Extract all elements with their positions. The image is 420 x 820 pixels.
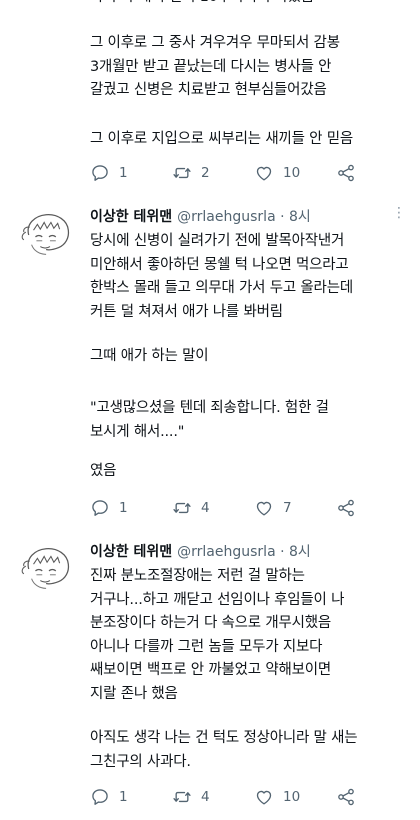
tweet-text-line: 그 이후로 지입으로 씨부리는 새끼들 안 믿음 xyxy=(90,131,353,147)
retweet-button[interactable]: 4 xyxy=(172,498,254,518)
author-handle-time[interactable]: @rrlaehgusrla · 8시 xyxy=(177,206,311,226)
retweet-button[interactable]: 4 xyxy=(172,787,254,807)
share-icon xyxy=(336,498,356,518)
retweet-icon xyxy=(172,787,192,807)
tweet1-paragraph-3: "고생많으셨을 텐데 죄송합니다. 험한 걸 보시게 해서...." xyxy=(90,397,329,444)
tweet-text-line: 그때 애가 하는 말이 xyxy=(90,348,209,364)
retweet-count: 2 xyxy=(201,165,210,181)
heart-icon xyxy=(254,163,274,183)
tweet-text-line: "고생많으셨을 텐데 죄송합니다. 험한 걸 xyxy=(90,400,329,416)
heart-icon xyxy=(254,498,274,518)
tweet1-paragraph-2: 그때 애가 하는 말이 xyxy=(90,345,209,369)
share-button[interactable] xyxy=(336,787,356,807)
like-button[interactable]: 10 xyxy=(254,163,336,183)
tweet1-paragraph-4: 였음 xyxy=(90,460,116,484)
share-button[interactable] xyxy=(336,163,356,183)
tweet-text-line: 아니나 다를까 그런 놈들 모두가 지보다 xyxy=(90,638,323,655)
retweet-count: 4 xyxy=(201,789,210,805)
tweet-text-line: 갈궜고 신병은 치료받고 현부심들어갔음 xyxy=(90,82,327,98)
more-options-icon[interactable]: ⋮ xyxy=(392,205,406,221)
like-count: 7 xyxy=(283,500,292,516)
author-handle-time[interactable]: @rrlaehgusrla · 8시 xyxy=(177,541,311,561)
tweet-text-line: 그친구의 사과다. xyxy=(90,753,191,770)
tweet-text-line: 당시에 신병이 실려가기 전에 발목아작낸거 xyxy=(90,233,345,249)
tweet-text-line: 진짜 분노조절장애는 저런 걸 말하는 xyxy=(90,568,305,584)
tweet-text-line: 보시게 해서...." xyxy=(90,423,185,440)
author-name[interactable]: 이상한 테위맨 xyxy=(90,541,172,561)
tweet-text-line: 거구나...하고 깨닫고 선임이나 후임들이 나 xyxy=(90,591,345,608)
tweet-text-line: 3개월만 받고 끝났는데 다시는 병사들 안 xyxy=(90,58,332,75)
retweet-count: 4 xyxy=(201,500,210,516)
reply-count: 1 xyxy=(119,500,128,516)
tweet-text-line: 아직도 생각 나는 건 턱도 정상아니라 말 새는 xyxy=(90,730,358,746)
tweet-text-line: 한박스 몰래 들고 의무대 가서 두고 올라는데 xyxy=(90,280,353,296)
avatar[interactable] xyxy=(20,540,78,598)
tweet2-header: 이상한 테위맨 @rrlaehgusrla · 8시 xyxy=(90,541,311,561)
heart-icon xyxy=(254,787,274,807)
reply-button[interactable]: 1 xyxy=(90,163,172,183)
tweet-text-line: 커튼 덜 쳐져서 애가 나를 봐버림 xyxy=(90,303,283,320)
tweet2-paragraph-1: 진짜 분노조절장애는 저런 걸 말하는 거구나...하고 깨닫고 선임이나 후임… xyxy=(90,565,344,706)
reply-count: 1 xyxy=(119,165,128,181)
tweet2-action-bar: 1 4 10 xyxy=(90,786,356,808)
tweet-text-line: 분조장이다 하는거 다 속으로 개무시했음 xyxy=(90,615,332,631)
tweet-text-line: 였음 xyxy=(90,463,117,479)
tweet-text-line: 지랄 존나 했음 xyxy=(90,685,178,702)
tweet0-paragraph-2: 그 이후로 지입으로 씨부리는 새끼들 안 믿음 xyxy=(90,128,353,152)
share-icon xyxy=(336,163,356,183)
like-count: 10 xyxy=(283,165,301,181)
share-icon xyxy=(336,787,356,807)
tweet1-action-bar: 1 4 7 xyxy=(90,497,356,519)
tweet-text-line: 쌔보이면 백프로 안 까불었고 약해보이면 xyxy=(90,662,332,678)
author-name[interactable]: 이상한 테위맨 xyxy=(90,206,172,226)
reply-icon xyxy=(90,498,110,518)
avatar[interactable] xyxy=(20,206,78,264)
retweet-icon xyxy=(172,498,192,518)
reply-icon xyxy=(90,163,110,183)
reply-icon xyxy=(90,787,110,807)
tweet-text-line: 그 이후로 그 중사 겨우겨우 무마되서 감봉 xyxy=(90,35,340,51)
retweet-icon xyxy=(172,163,192,183)
tweet-text-line: 미안해서 좋아하던 몽쉘 턱 나오면 먹으라고 xyxy=(90,256,349,273)
tweet0-paragraph-1: 그 이후로 그 중사 겨우겨우 무마되서 감봉 3개월만 받고 끝났는데 다시는… xyxy=(90,32,340,103)
tweet1-header: 이상한 테위맨 @rrlaehgusrla · 8시 xyxy=(90,206,311,226)
like-button[interactable]: 10 xyxy=(254,787,336,807)
tweet-text-cut-line: 까지 다 해서 전치 10주가까이 나왔음 xyxy=(90,0,314,10)
share-button[interactable] xyxy=(336,498,356,518)
retweet-button[interactable]: 2 xyxy=(172,163,254,183)
tweet0-action-bar: 1 2 10 xyxy=(90,162,356,184)
reply-button[interactable]: 1 xyxy=(90,498,172,518)
like-count: 10 xyxy=(283,789,301,805)
reply-count: 1 xyxy=(119,789,128,805)
reply-button[interactable]: 1 xyxy=(90,787,172,807)
tweet1-paragraph-1: 당시에 신병이 실려가기 전에 발목아작낸거 미안해서 좋아하던 몽쉘 턱 나오… xyxy=(90,230,353,324)
tweet2-paragraph-2: 아직도 생각 나는 건 턱도 정상아니라 말 새는 그친구의 사과다. xyxy=(90,727,358,774)
like-button[interactable]: 7 xyxy=(254,498,336,518)
